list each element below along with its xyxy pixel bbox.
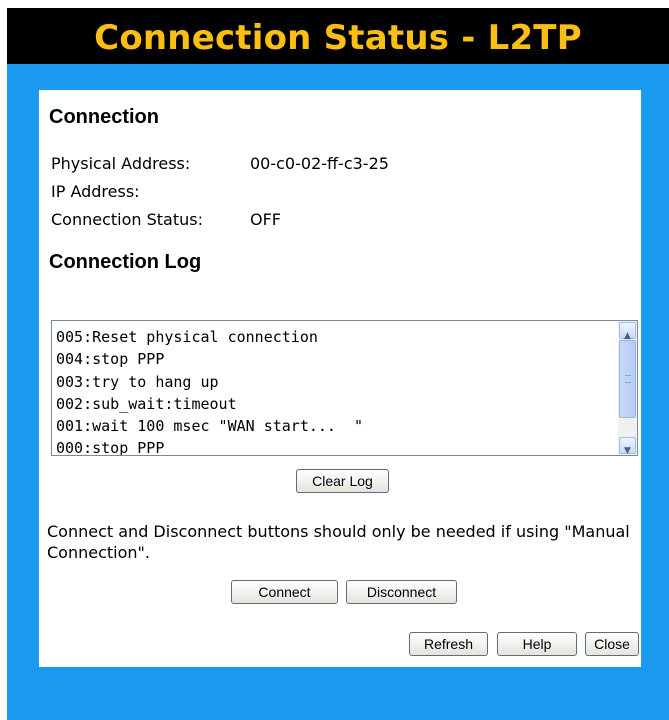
connection-heading: Connection bbox=[49, 106, 159, 128]
ip-address-row: IP Address: bbox=[51, 182, 250, 201]
connection-status-value: OFF bbox=[250, 210, 281, 229]
log-line: 000:stop PPP bbox=[56, 439, 165, 456]
log-scrollbar[interactable]: ▲ ▼ bbox=[618, 321, 637, 455]
log-line: 001:wait 100 msec "WAN start... " bbox=[56, 417, 364, 436]
log-lines: 005:Reset physical connection 004:stop PP… bbox=[56, 326, 364, 456]
connection-log-heading: Connection Log bbox=[49, 251, 202, 273]
log-line: 003:try to hang up bbox=[56, 372, 219, 391]
physical-address-value: 00-c0-02-ff-c3-25 bbox=[250, 154, 389, 173]
physical-address-row: Physical Address: 00-c0-02-ff-c3-25 bbox=[51, 154, 389, 173]
ip-address-label: IP Address: bbox=[51, 182, 140, 201]
title-bar: Connection Status - L2TP bbox=[7, 8, 669, 64]
log-line: 002:sub_wait:timeout bbox=[56, 394, 237, 413]
log-line: 005:Reset physical connection bbox=[56, 328, 318, 346]
grip-icon bbox=[625, 375, 631, 383]
status-panel: Connection Physical Address: 00-c0-02-ff-… bbox=[39, 90, 641, 667]
connection-log-textarea[interactable]: 005:Reset physical connection 004:stop PP… bbox=[51, 320, 638, 456]
manual-connection-note: Connect and Disconnect buttons should on… bbox=[47, 522, 630, 562]
log-line: 004:stop PPP bbox=[56, 350, 165, 369]
connect-button[interactable]: Connect bbox=[231, 580, 338, 604]
page-frame: Connection Status - L2TP Connection Phys… bbox=[7, 8, 669, 720]
refresh-button[interactable]: Refresh bbox=[409, 632, 488, 656]
close-button[interactable]: Close bbox=[585, 632, 639, 656]
clear-log-button[interactable]: Clear Log bbox=[296, 469, 389, 493]
disconnect-button[interactable]: Disconnect bbox=[346, 580, 457, 604]
connection-status-label: Connection Status: bbox=[51, 210, 203, 229]
physical-address-label: Physical Address: bbox=[51, 154, 191, 173]
scroll-up-button[interactable]: ▲ bbox=[619, 322, 636, 341]
help-button[interactable]: Help bbox=[497, 632, 577, 656]
connection-status-row: Connection Status: OFF bbox=[51, 210, 281, 229]
scroll-down-button[interactable]: ▼ bbox=[619, 437, 636, 456]
page-title: Connection Status - L2TP bbox=[94, 18, 582, 58]
chevron-down-icon: ▼ bbox=[624, 446, 631, 456]
scroll-thumb[interactable] bbox=[619, 340, 636, 418]
